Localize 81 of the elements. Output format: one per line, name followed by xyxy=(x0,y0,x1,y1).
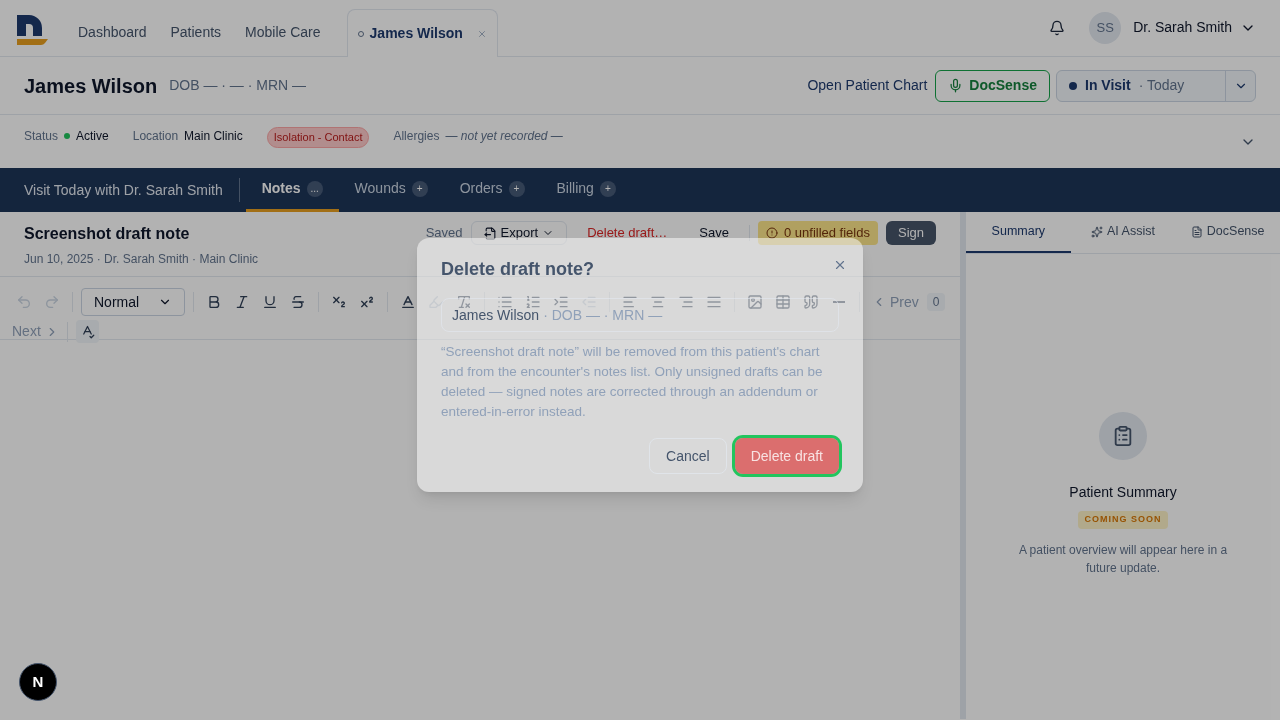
panel-tab[interactable]: AI Assist xyxy=(1070,212,1176,253)
microphone-icon xyxy=(948,78,964,93)
dialog-patient-meta: · DOB — · MRN — xyxy=(543,305,663,325)
cancel-button[interactable]: Cancel xyxy=(649,438,727,474)
table-icon xyxy=(775,294,791,310)
nav-link[interactable]: Patients xyxy=(160,8,232,56)
nav-link[interactable]: Dashboard xyxy=(68,8,157,56)
panel-tab[interactable]: Summary xyxy=(966,212,1071,253)
text-color-icon xyxy=(400,294,416,310)
info-label: Allergies xyxy=(393,128,440,145)
file-icon xyxy=(483,226,497,240)
panel-tab[interactable]: DocSense xyxy=(1175,212,1280,253)
bullet-list-icon xyxy=(497,294,513,310)
dialog-message: “Screenshot draft note” will be removed from this patient's chart and from the encounter's notes list. Only unsigned drafts can be deleted — signed notes are corrected through an addendum or entered-in-error instead. xyxy=(441,343,824,421)
dialog-patient-name: James Wilson xyxy=(452,305,540,325)
panel-description: A patient overview will appear here in a future update. xyxy=(1017,541,1229,577)
visit-status-control[interactable]: In Visit · Today xyxy=(1056,69,1256,102)
encounter-tab[interactable]: Wounds + xyxy=(338,168,444,212)
match-count: 0 xyxy=(926,293,946,311)
dialog-title: Delete draft note? xyxy=(441,258,595,281)
save-state: Saved xyxy=(425,224,463,243)
align-right-icon xyxy=(678,294,694,310)
note-meta: Jun 10, 2025 · Dr. Sarah Smith · Main Clinic xyxy=(24,251,259,268)
superscript-icon xyxy=(359,294,375,310)
docsense-button[interactable]: DocSense xyxy=(935,69,1050,102)
strikethrough-icon xyxy=(290,294,306,310)
align-left-icon xyxy=(622,294,638,310)
bold-icon xyxy=(206,294,222,310)
document-icon xyxy=(1190,225,1203,238)
open-chart-link[interactable]: Open Patient Chart xyxy=(807,75,928,96)
subscript-icon xyxy=(331,294,347,310)
sparkles-icon xyxy=(1091,225,1104,238)
panel-title: Patient Summary xyxy=(1069,483,1177,502)
coming-soon-badge: COMING SOON xyxy=(1078,511,1168,529)
info-value: Main Clinic xyxy=(184,128,243,145)
horizontal-rule-icon xyxy=(833,301,845,303)
text-style-select[interactable]: Normal xyxy=(81,288,185,316)
info-label: Location xyxy=(132,128,179,145)
clear-format-icon xyxy=(456,294,472,310)
align-center-icon xyxy=(650,294,666,310)
close-icon xyxy=(476,28,487,39)
encounter-title: Visit Today with Dr. Sarah Smith xyxy=(24,180,224,200)
patient-tab[interactable]: James Wilson xyxy=(346,9,498,57)
info-value: — not yet recorded — xyxy=(445,128,563,145)
export-button[interactable]: Export xyxy=(470,221,568,245)
align-justify-icon xyxy=(706,294,722,310)
isolation-tag: Isolation - Contact xyxy=(266,127,370,148)
italic-icon xyxy=(234,294,250,310)
sign-button[interactable]: Sign xyxy=(885,221,936,245)
note-title: Screenshot draft note xyxy=(24,224,191,244)
indent-icon xyxy=(553,294,569,310)
quote-icon xyxy=(803,294,819,310)
dev-tools-badge[interactable]: N xyxy=(19,663,57,701)
encounter-tab[interactable]: Notes ... xyxy=(245,168,339,212)
nav-link[interactable]: Mobile Care xyxy=(235,8,331,56)
numbered-list-icon xyxy=(525,294,541,310)
underline-icon xyxy=(262,294,278,310)
alert-icon xyxy=(765,227,778,239)
status-label: Status xyxy=(24,128,59,145)
logo-icon xyxy=(16,15,48,47)
image-icon xyxy=(747,294,763,310)
encounter-tab[interactable]: Orders + xyxy=(443,168,541,212)
notification-bell-icon[interactable] xyxy=(1049,19,1066,36)
patient-name: James Wilson xyxy=(24,73,158,99)
clipboard-icon xyxy=(1099,412,1147,460)
save-button[interactable]: Save xyxy=(687,223,741,243)
highlighter-icon xyxy=(428,294,444,310)
patient-meta: DOB — · — · MRN — xyxy=(169,76,307,95)
close-icon[interactable] xyxy=(833,258,847,272)
encounter-tab[interactable]: Billing + xyxy=(540,168,632,212)
user-menu[interactable]: Dr. Sarah Smith xyxy=(1133,17,1256,38)
visit-status: In Visit xyxy=(1085,76,1131,95)
visit-when: · Today xyxy=(1138,76,1185,95)
spellcheck-button[interactable] xyxy=(75,320,99,343)
user-avatar: SS xyxy=(1089,11,1122,44)
unfilled-fields-badge: 0 unfilled fields xyxy=(757,221,878,245)
undo-icon xyxy=(16,294,32,310)
redo-icon xyxy=(44,294,60,310)
outdent-icon xyxy=(581,294,597,310)
status-value: Active xyxy=(76,128,109,145)
delete-draft-button[interactable]: Delete draft… xyxy=(575,223,680,243)
